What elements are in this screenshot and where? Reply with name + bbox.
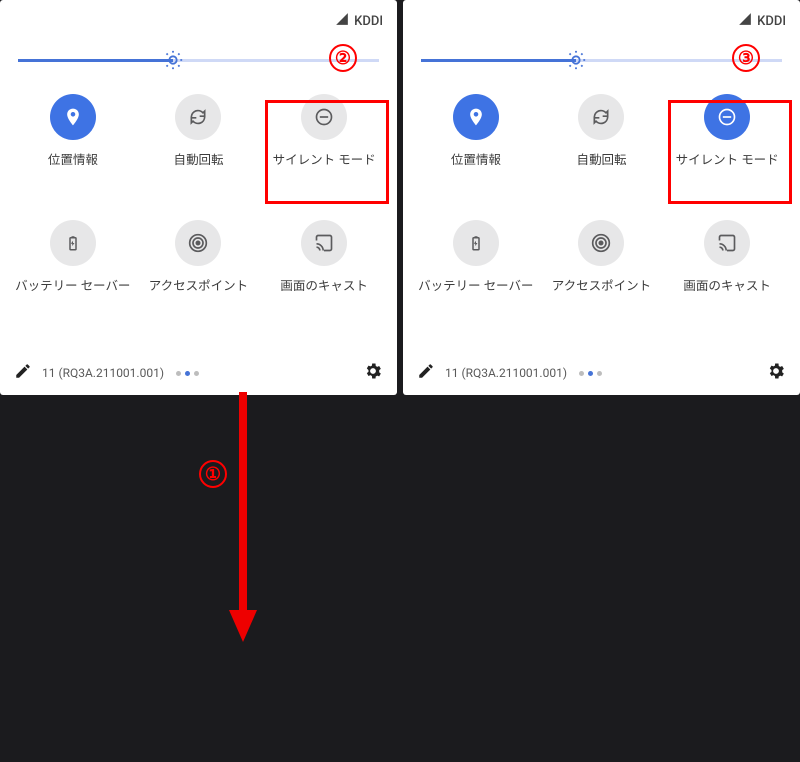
tile-silent[interactable]: サイレント モード (664, 94, 790, 186)
gear-icon[interactable] (766, 361, 786, 385)
tile-silent[interactable]: サイレント モード (261, 94, 387, 186)
tile-label: 自動回転 (576, 152, 626, 186)
slider-thumb[interactable] (161, 48, 185, 72)
battery-icon (453, 220, 499, 266)
tile-hotspot[interactable]: アクセスポイント (539, 220, 665, 312)
annotation-step-2: ② (329, 44, 357, 72)
build-label: 11 (RQ3A.211001.001) (42, 366, 164, 380)
tile-rotate[interactable]: 自動回転 (136, 94, 262, 186)
signal-icon (738, 12, 752, 30)
tile-label: サイレント モード (676, 152, 779, 186)
footer: 11 (RQ3A.211001.001) (0, 351, 397, 395)
footer: 11 (RQ3A.211001.001) (403, 351, 800, 395)
status-bar: KDDI (403, 8, 800, 38)
edit-icon[interactable] (14, 362, 32, 384)
edit-icon[interactable] (417, 362, 435, 384)
do-not-disturb-icon (301, 94, 347, 140)
tile-grid: 位置情報 自動回転 サイレント モード バッテリー セーバー (403, 78, 800, 312)
brightness-slider[interactable]: ② (18, 48, 379, 72)
tile-label: 画面のキャスト (683, 278, 771, 312)
status-bar: KDDI (0, 8, 397, 38)
cast-icon (704, 220, 750, 266)
tile-label: アクセスポイント (149, 278, 248, 312)
tile-label: サイレント モード (273, 152, 376, 186)
brightness-slider[interactable]: ③ (421, 48, 782, 72)
do-not-disturb-icon (704, 94, 750, 140)
tile-cast[interactable]: 画面のキャスト (261, 220, 387, 312)
rotate-icon (175, 94, 221, 140)
tile-label: 自動回転 (173, 152, 223, 186)
build-label: 11 (RQ3A.211001.001) (445, 366, 567, 380)
gear-icon[interactable] (363, 361, 383, 385)
slider-thumb[interactable] (564, 48, 588, 72)
quick-settings-panel-after: KDDI ③ 位置情報 自動回転 (403, 0, 800, 395)
slider-track-active (421, 59, 576, 62)
slider-track-active (18, 59, 173, 62)
tile-label: バッテリー セーバー (15, 278, 130, 312)
carrier-label: KDDI (354, 14, 383, 29)
tile-rotate[interactable]: 自動回転 (539, 94, 665, 186)
cast-icon (301, 220, 347, 266)
annotation-step-3: ③ (732, 44, 760, 72)
battery-icon (50, 220, 96, 266)
page-dots (176, 371, 199, 376)
tile-label: バッテリー セーバー (418, 278, 533, 312)
location-icon (50, 94, 96, 140)
tile-label: アクセスポイント (552, 278, 651, 312)
tile-battery[interactable]: バッテリー セーバー (413, 220, 539, 312)
tile-label: 画面のキャスト (280, 278, 368, 312)
location-icon (453, 94, 499, 140)
carrier-label: KDDI (757, 14, 786, 29)
tile-label: 位置情報 (48, 152, 98, 186)
tile-location[interactable]: 位置情報 (413, 94, 539, 186)
rotate-icon (578, 94, 624, 140)
tile-cast[interactable]: 画面のキャスト (664, 220, 790, 312)
hotspot-icon (578, 220, 624, 266)
signal-icon (335, 12, 349, 30)
tile-location[interactable]: 位置情報 (10, 94, 136, 186)
tile-hotspot[interactable]: アクセスポイント (136, 220, 262, 312)
tile-grid: 位置情報 自動回転 サイレント モード バッテリー セーバー (0, 78, 397, 312)
swipe-down-arrow (229, 392, 257, 646)
tile-label: 位置情報 (451, 152, 501, 186)
annotation-step-1: ① (199, 460, 227, 488)
tile-battery[interactable]: バッテリー セーバー (10, 220, 136, 312)
quick-settings-panel-before: KDDI ② 位置情報 自動回転 (0, 0, 397, 395)
page-dots (579, 371, 602, 376)
hotspot-icon (175, 220, 221, 266)
